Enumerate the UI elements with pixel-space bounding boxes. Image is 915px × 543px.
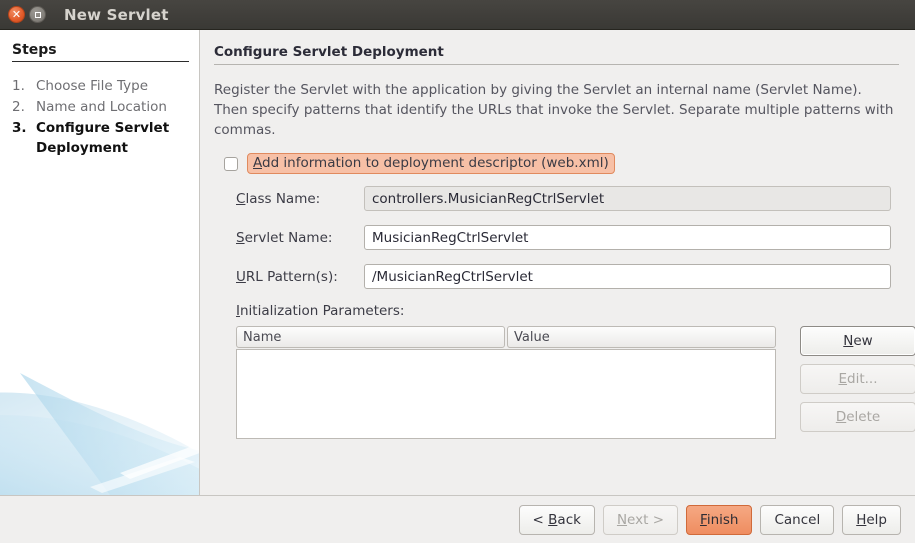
mnemonic-letter: D (835, 409, 847, 425)
step-number: 2. (12, 99, 25, 115)
button-label-rest: dit... (847, 371, 878, 387)
new-servlet-dialog: ✕ New Servlet Steps 1. Choose File Type … (0, 0, 915, 543)
mnemonic-letter: H (856, 511, 867, 528)
button-label-rest: ack (557, 511, 581, 528)
step-item-2: 2. Name and Location (12, 97, 189, 117)
deployment-descriptor-label: Add information to deployment descriptor… (247, 153, 615, 174)
label-rest: lass Name: (245, 190, 321, 207)
button-prefix: < (532, 511, 549, 528)
button-label-rest: ext > (627, 511, 665, 528)
step-item-3: 3. Configure Servlet Deployment (12, 118, 189, 158)
delete-button[interactable]: Delete (800, 402, 915, 432)
class-name-input: controllers.MusicianRegCtrlServlet (364, 186, 891, 211)
servlet-name-input[interactable]: MusicianRegCtrlServlet (364, 225, 891, 250)
content-panel: Configure Servlet Deployment Register th… (200, 30, 915, 495)
steps-heading: Steps (12, 42, 57, 58)
column-header-value[interactable]: Value (507, 326, 776, 348)
label-rest: ervlet Name: (244, 229, 333, 246)
dialog-footer: < Back Next > Finish Cancel Help (0, 495, 915, 543)
dialog-body: Steps 1. Choose File Type 2. Name and Lo… (0, 30, 915, 495)
step-label: Name and Location (36, 99, 167, 115)
label-rest: nitialization Parameters: (239, 303, 405, 319)
table-body-empty[interactable] (236, 349, 776, 439)
button-label-rest: elete (846, 409, 881, 425)
mnemonic-letter: E (838, 371, 848, 387)
label-rest: dd information to deployment descriptor … (262, 155, 609, 171)
mnemonic-letter: A (253, 155, 262, 171)
decorative-swoosh-graphic (0, 373, 199, 495)
next-button[interactable]: Next > (602, 504, 679, 535)
init-parameters-buttons: New Edit... Delete (800, 326, 915, 439)
page-description: Register the Servlet with the applicatio… (214, 82, 894, 138)
url-pattern-row: URL Pattern(s): /MusicianRegCtrlServlet (236, 264, 899, 289)
class-name-label: Class Name: (236, 191, 364, 207)
close-glyph: ✕ (11, 7, 22, 21)
step-label: Choose File Type (36, 78, 149, 94)
url-pattern-label: URL Pattern(s): (236, 269, 364, 285)
servlet-name-label: Servlet Name: (236, 230, 364, 246)
button-label-rest: Cancel (774, 511, 821, 528)
deployment-descriptor-row[interactable]: Add information to deployment descriptor… (224, 153, 899, 174)
table-header-row: Name Value (236, 326, 776, 348)
button-label-rest: elp (866, 511, 887, 528)
close-icon[interactable]: ✕ (8, 6, 25, 23)
servlet-name-row: Servlet Name: MusicianRegCtrlServlet (236, 225, 899, 250)
mnemonic-letter: N (616, 511, 628, 528)
maximize-glyph (34, 11, 41, 18)
title-divider (214, 64, 899, 65)
help-button[interactable]: Help (842, 504, 901, 535)
step-label: Configure Servlet Deployment (36, 120, 170, 156)
edit-button[interactable]: Edit... (800, 364, 915, 394)
steps-panel: Steps 1. Choose File Type 2. Name and Lo… (0, 30, 200, 495)
steps-divider (12, 61, 189, 62)
maximize-icon[interactable] (29, 6, 46, 23)
class-name-row: Class Name: controllers.MusicianRegCtrlS… (236, 186, 899, 211)
mnemonic-letter: U (236, 268, 246, 285)
window-title: New Servlet (64, 5, 169, 24)
finish-button[interactable]: Finish (686, 504, 753, 535)
title-bar: ✕ New Servlet (0, 0, 915, 30)
mnemonic-letter: N (843, 333, 854, 349)
deployment-descriptor-checkbox[interactable] (224, 156, 238, 171)
back-button[interactable]: < Back (518, 504, 595, 535)
mnemonic-letter: F (700, 511, 707, 528)
column-header-name[interactable]: Name (236, 326, 505, 348)
url-pattern-input[interactable]: /MusicianRegCtrlServlet (364, 264, 891, 289)
button-label-rest: ew (853, 333, 873, 349)
label-rest: RL Pattern(s): (245, 268, 338, 285)
mnemonic-letter: S (236, 229, 245, 246)
step-item-1: 1. Choose File Type (12, 76, 189, 96)
page-title: Configure Servlet Deployment (214, 44, 444, 60)
cancel-button[interactable]: Cancel (760, 504, 835, 535)
step-number: 1. (12, 78, 25, 94)
step-number: 3. (12, 120, 27, 136)
init-parameters-label: Initialization Parameters: (236, 303, 899, 319)
new-button[interactable]: New (800, 326, 915, 356)
init-parameters-area: Name Value New Edit... Delete (236, 326, 915, 439)
init-parameters-table: Name Value (236, 326, 776, 439)
button-label-rest: inish (706, 511, 739, 528)
